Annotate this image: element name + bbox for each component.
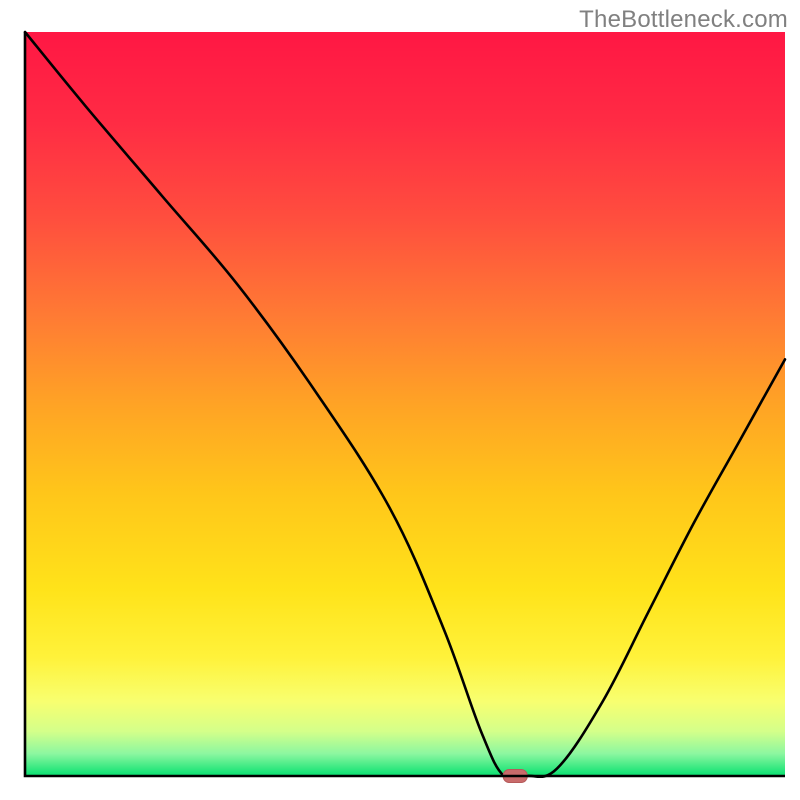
watermark-label: TheBottleneck.com <box>579 6 788 34</box>
gradient-background <box>25 32 785 776</box>
bottleneck-chart <box>0 0 800 800</box>
